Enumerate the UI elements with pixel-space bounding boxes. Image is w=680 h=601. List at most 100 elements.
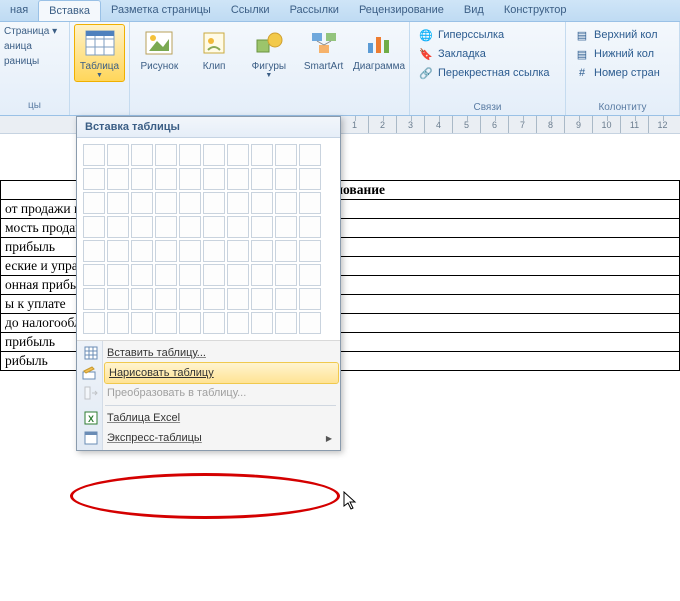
grid-cell[interactable] [179,264,201,286]
bookmark-button[interactable]: 🔖Закладка [414,45,554,63]
footer-button[interactable]: ▤Нижний кол [570,45,664,63]
clip-button[interactable]: Клип [189,24,240,75]
grid-cell[interactable] [203,312,225,334]
grid-cell[interactable] [155,312,177,334]
grid-cell[interactable] [299,264,321,286]
grid-cell[interactable] [179,216,201,238]
grid-cell[interactable] [107,288,129,310]
grid-cell[interactable] [107,240,129,262]
grid-cell[interactable] [107,168,129,190]
grid-cell[interactable] [155,192,177,214]
grid-cell[interactable] [155,264,177,286]
grid-cell[interactable] [107,192,129,214]
menu-draw-table[interactable]: Нарисовать таблицу [105,363,338,383]
crossref-button[interactable]: 🔗Перекрестная ссылка [414,64,554,82]
grid-cell[interactable] [131,192,153,214]
grid-cell[interactable] [203,240,225,262]
grid-cell[interactable] [203,168,225,190]
grid-cell[interactable] [275,216,297,238]
grid-cell[interactable] [155,144,177,166]
grid-cell[interactable] [179,144,201,166]
grid-cell[interactable] [251,168,273,190]
grid-cell[interactable] [227,192,249,214]
grid-cell[interactable] [251,192,273,214]
menu-insert-table[interactable]: Вставить таблицу... [77,343,340,363]
grid-cell[interactable] [131,216,153,238]
grid-cell[interactable] [131,264,153,286]
grid-cell[interactable] [179,312,201,334]
tab-mailings[interactable]: Рассылки [280,0,349,21]
grid-cell[interactable] [155,216,177,238]
grid-cell[interactable] [83,216,105,238]
hyperlink-button[interactable]: 🌐Гиперссылка [414,26,554,44]
pagenum-button[interactable]: #Номер стран [570,64,664,82]
grid-cell[interactable] [251,288,273,310]
grid-cell[interactable] [107,144,129,166]
grid-cell[interactable] [83,288,105,310]
tab-view[interactable]: Вид [454,0,494,21]
grid-cell[interactable] [227,312,249,334]
tab-designer[interactable]: Конструктор [494,0,577,21]
tab-page-layout[interactable]: Разметка страницы [101,0,221,21]
grid-cell[interactable] [275,144,297,166]
grid-cell[interactable] [131,144,153,166]
tab-review[interactable]: Рецензирование [349,0,454,21]
grid-cell[interactable] [251,264,273,286]
grid-cell[interactable] [227,240,249,262]
grid-cell[interactable] [275,168,297,190]
grid-cell[interactable] [251,216,273,238]
picture-button[interactable]: Рисунок [134,24,185,75]
grid-cell[interactable] [179,288,201,310]
grid-cell[interactable] [83,240,105,262]
grid-cell[interactable] [155,240,177,262]
grid-cell[interactable] [227,264,249,286]
grid-cell[interactable] [275,264,297,286]
grid-cell[interactable] [227,288,249,310]
grid-cell[interactable] [299,216,321,238]
grid-cell[interactable] [299,288,321,310]
menu-express-tables[interactable]: Экспресс-таблицы ▶ [77,428,340,448]
grid-cell[interactable] [227,168,249,190]
grid-cell[interactable] [131,240,153,262]
grid-cell[interactable] [251,144,273,166]
grid-cell[interactable] [131,168,153,190]
grid-cell[interactable] [83,264,105,286]
grid-cell[interactable] [83,168,105,190]
grid-cell[interactable] [107,312,129,334]
grid-cell[interactable] [227,144,249,166]
smartart-button[interactable]: SmartArt [298,24,349,75]
grid-cell[interactable] [251,312,273,334]
table-size-grid[interactable] [77,138,340,341]
grid-cell[interactable] [275,312,297,334]
grid-cell[interactable] [131,288,153,310]
grid-cell[interactable] [299,312,321,334]
grid-cell[interactable] [155,288,177,310]
grid-cell[interactable] [299,168,321,190]
grid-cell[interactable] [83,192,105,214]
grid-cell[interactable] [179,240,201,262]
grid-cell[interactable] [155,168,177,190]
cover-page-partial[interactable]: Страница ▾ [4,26,65,37]
grid-cell[interactable] [107,216,129,238]
grid-cell[interactable] [275,288,297,310]
tab-references[interactable]: Ссылки [221,0,280,21]
grid-cell[interactable] [203,264,225,286]
table-button[interactable]: Таблица ▼ [74,24,125,82]
grid-cell[interactable] [83,144,105,166]
grid-cell[interactable] [251,240,273,262]
grid-cell[interactable] [275,240,297,262]
menu-excel-table[interactable]: X Таблица Excel [77,408,340,428]
blank-page-partial[interactable]: аница [4,41,65,52]
page-break-partial[interactable]: раницы [4,56,65,67]
grid-cell[interactable] [83,312,105,334]
grid-cell[interactable] [299,144,321,166]
grid-cell[interactable] [299,192,321,214]
tab-main-partial[interactable]: ная [0,0,38,21]
grid-cell[interactable] [179,168,201,190]
shapes-button[interactable]: Фигуры▼ [244,24,295,82]
grid-cell[interactable] [227,216,249,238]
header-button[interactable]: ▤Верхний кол [570,26,664,44]
grid-cell[interactable] [203,288,225,310]
grid-cell[interactable] [107,264,129,286]
grid-cell[interactable] [203,192,225,214]
